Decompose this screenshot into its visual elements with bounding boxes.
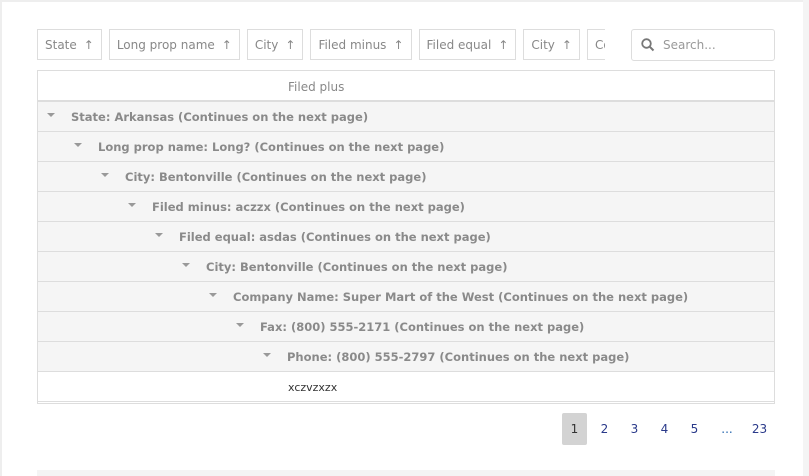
page-button[interactable]: 2 bbox=[592, 413, 617, 445]
data-grid: Filed plus State: Arkansas (Continues on… bbox=[37, 70, 775, 404]
group-chip[interactable]: Com bbox=[586, 29, 605, 60]
group-row-label: Phone: (800) 555-2797 (Continues on the … bbox=[287, 350, 630, 364]
collapse-caret-icon[interactable] bbox=[263, 353, 271, 357]
page-button[interactable]: 23 bbox=[747, 413, 772, 445]
group-chip-label: Com bbox=[594, 37, 605, 52]
group-chip-label: Filed minus bbox=[318, 37, 387, 52]
collapse-caret-icon[interactable] bbox=[101, 173, 109, 177]
group-chip[interactable]: City ↑ bbox=[523, 29, 580, 60]
group-panel: State ↑ Long prop name ↑ City ↑ Filed minus ↑ Fi… bbox=[37, 29, 605, 60]
group-chip-label: City bbox=[531, 37, 555, 52]
group-chip[interactable]: Filed equal ↑ bbox=[418, 29, 517, 60]
footer-band bbox=[37, 470, 775, 476]
group-row[interactable]: Filed equal: asdas (Continues on the nex… bbox=[38, 222, 774, 252]
search-box[interactable]: Search... bbox=[631, 29, 775, 61]
pager: 1 2 3 4 5... 23 bbox=[562, 413, 777, 445]
collapse-caret-icon[interactable] bbox=[47, 113, 55, 117]
sort-arrow-up-icon[interactable]: ↑ bbox=[498, 38, 508, 52]
group-chip-label: Long prop name bbox=[116, 37, 215, 52]
group-row[interactable]: Filed minus: aczzx (Continues on the nex… bbox=[38, 192, 774, 222]
group-chip[interactable]: Long prop name ↑ bbox=[108, 29, 240, 60]
collapse-caret-icon[interactable] bbox=[182, 263, 190, 267]
group-chip-label: Filed equal bbox=[426, 37, 492, 52]
page-button[interactable]: 3 bbox=[622, 413, 647, 445]
group-row[interactable]: Fax: (800) 555-2171 (Continues on the ne… bbox=[38, 312, 774, 342]
group-chip-label: City bbox=[254, 37, 279, 52]
group-row[interactable]: City: Bentonville (Continues on the next… bbox=[38, 252, 774, 282]
group-row-label: State: Arkansas (Continues on the next p… bbox=[71, 110, 369, 124]
sort-arrow-up-icon[interactable]: ↑ bbox=[222, 38, 232, 52]
group-row[interactable]: Company Name: Super Mart of the West (Co… bbox=[38, 282, 774, 312]
group-row[interactable]: City: Bentonville (Continues on the next… bbox=[38, 162, 774, 192]
sort-arrow-up-icon[interactable]: ↑ bbox=[84, 38, 94, 52]
group-chip[interactable]: City ↑ bbox=[246, 29, 304, 60]
search-icon bbox=[641, 38, 655, 52]
group-row-label: City: Bentonville (Continues on the next… bbox=[206, 260, 508, 274]
pager-ellipsis[interactable]: ... bbox=[712, 413, 742, 445]
group-chip[interactable]: State ↑ bbox=[37, 29, 102, 60]
cell-filed-plus: xczvzxzx bbox=[288, 381, 338, 394]
group-row[interactable]: State: Arkansas (Continues on the next p… bbox=[38, 102, 774, 132]
collapse-caret-icon[interactable] bbox=[209, 293, 217, 297]
collapse-caret-icon[interactable] bbox=[128, 203, 136, 207]
page-button[interactable]: 4 bbox=[652, 413, 677, 445]
group-row-label: City: Bentonville (Continues on the next… bbox=[125, 170, 427, 184]
page-button[interactable]: 5 bbox=[682, 413, 707, 445]
table-row[interactable]: xczvzxzx bbox=[38, 372, 774, 402]
column-header-filed-plus[interactable]: Filed plus bbox=[38, 71, 774, 102]
group-row-label: Filed equal: asdas (Continues on the nex… bbox=[179, 230, 491, 244]
group-chip-label: State bbox=[45, 37, 77, 52]
group-chip[interactable]: Filed minus ↑ bbox=[310, 29, 412, 60]
collapse-caret-icon[interactable] bbox=[155, 233, 163, 237]
group-row-label: Filed minus: aczzx (Continues on the nex… bbox=[152, 200, 465, 214]
sort-arrow-up-icon[interactable]: ↑ bbox=[393, 38, 403, 52]
collapse-caret-icon[interactable] bbox=[236, 323, 244, 327]
sort-arrow-up-icon[interactable]: ↑ bbox=[562, 38, 572, 52]
group-row-label: Company Name: Super Mart of the West (Co… bbox=[233, 290, 689, 304]
sort-arrow-up-icon[interactable]: ↑ bbox=[285, 38, 295, 52]
group-row[interactable]: Long prop name: Long? (Continues on the … bbox=[38, 132, 774, 162]
search-input[interactable]: Search... bbox=[663, 38, 716, 52]
scroll-area bbox=[803, 0, 809, 476]
collapse-caret-icon[interactable] bbox=[74, 143, 82, 147]
group-row-label: Long prop name: Long? (Continues on the … bbox=[98, 140, 445, 154]
group-row-label: Fax: (800) 555-2171 (Continues on the ne… bbox=[260, 320, 585, 334]
page-button[interactable]: 1 bbox=[562, 413, 587, 445]
group-row[interactable]: Phone: (800) 555-2797 (Continues on the … bbox=[38, 342, 774, 372]
